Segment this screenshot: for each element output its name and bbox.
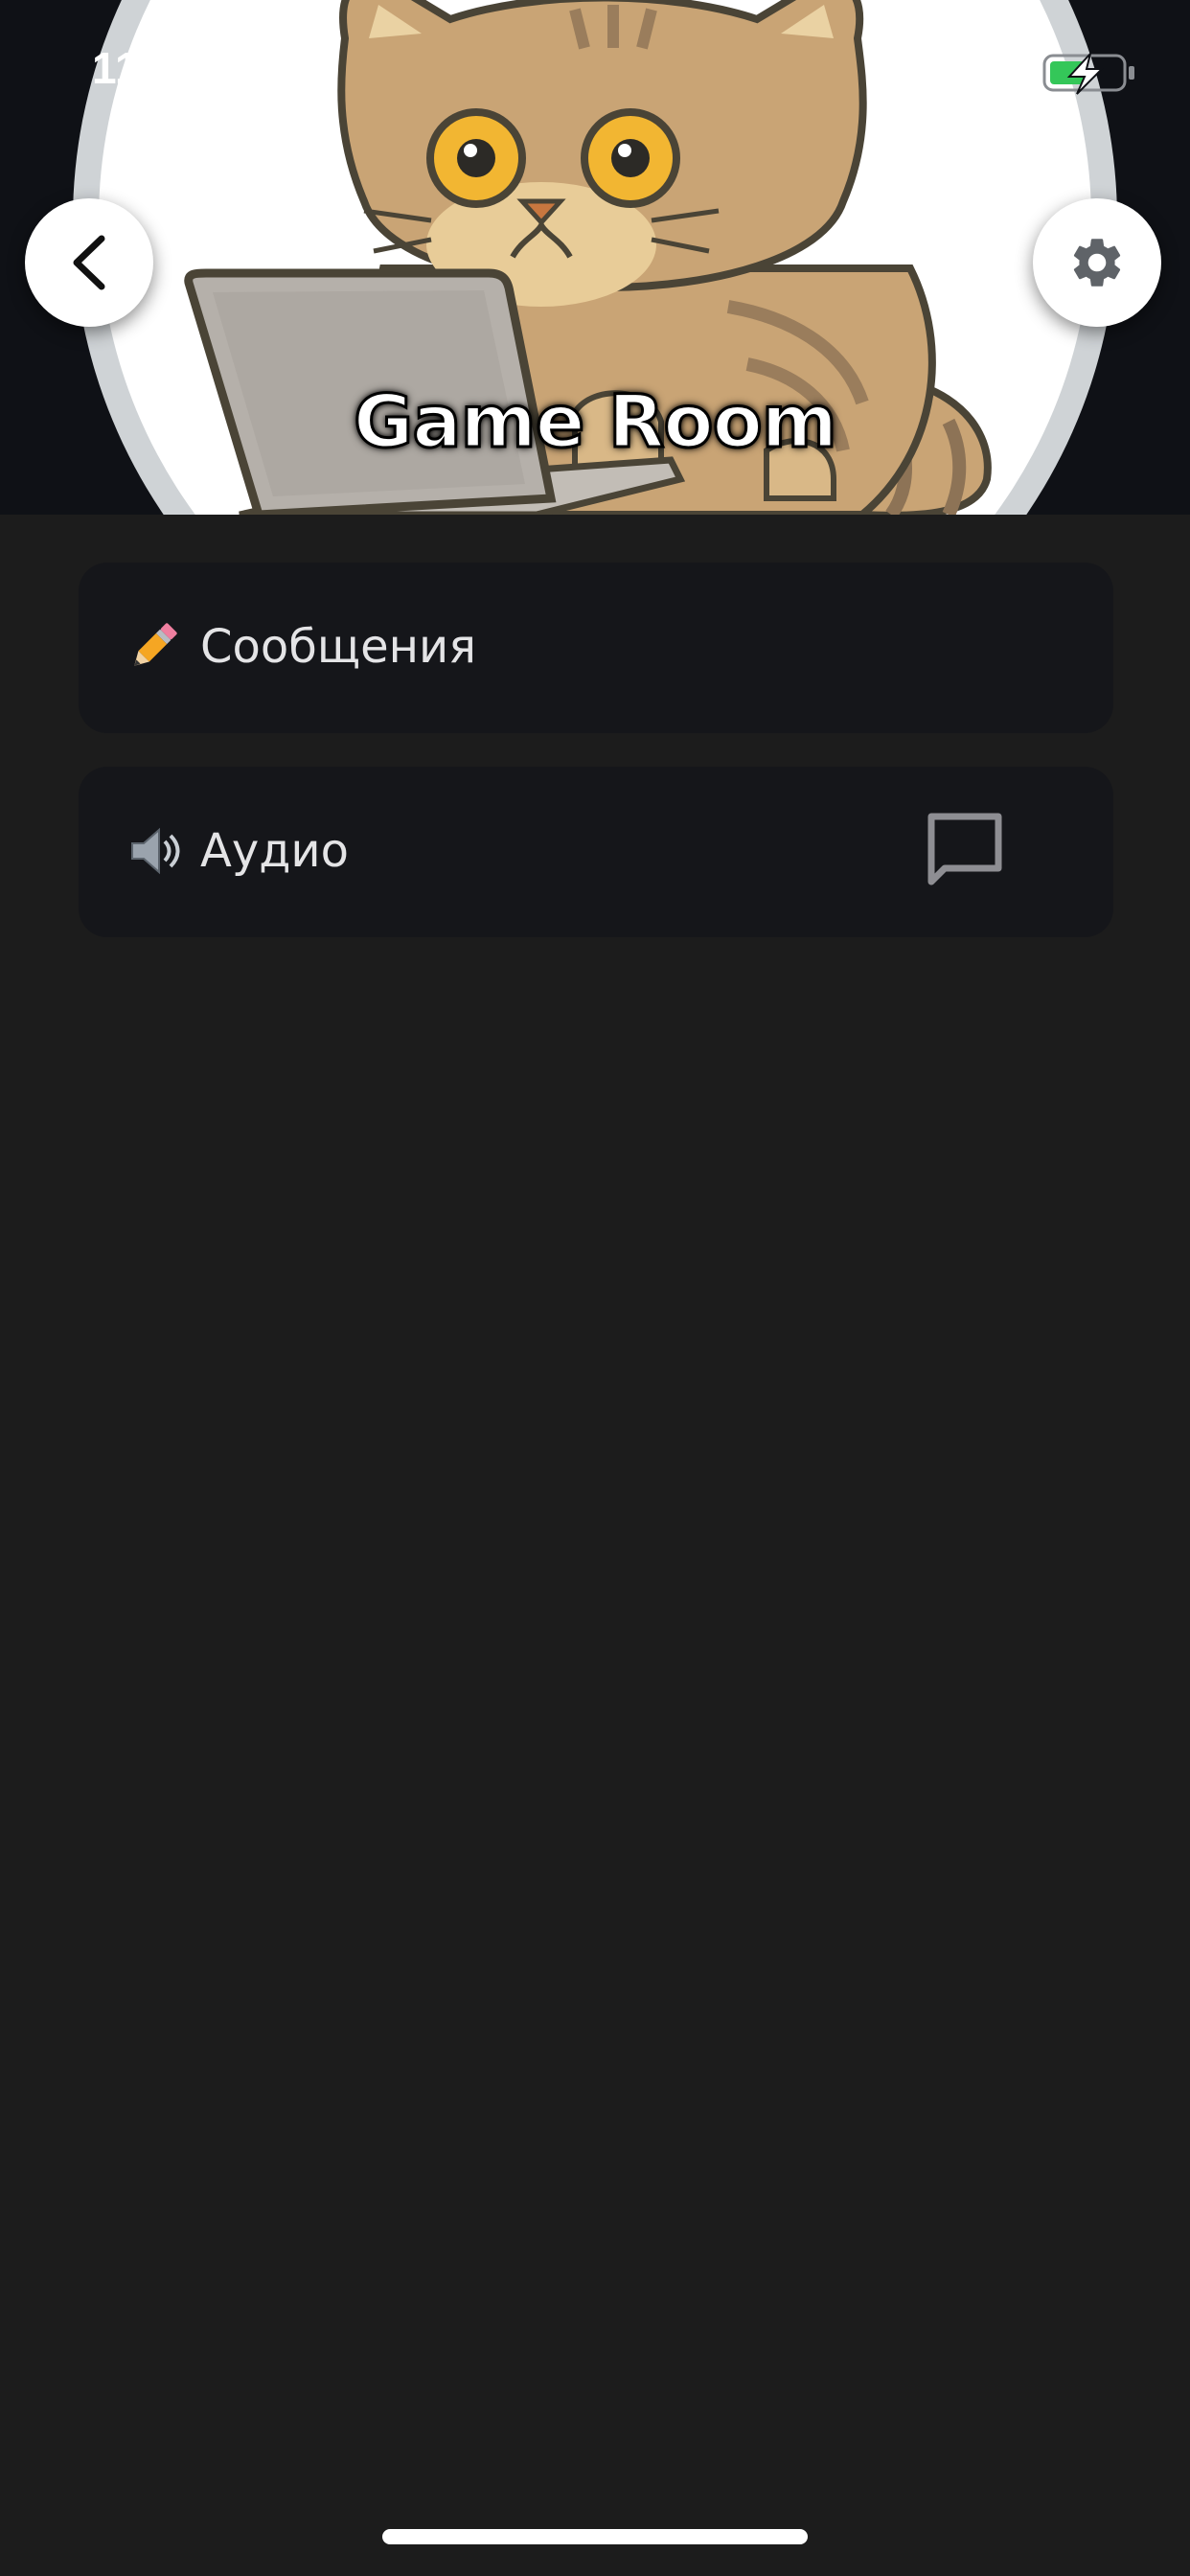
chevron-left-icon — [73, 235, 105, 290]
gear-icon — [1073, 239, 1121, 287]
back-button[interactable] — [25, 198, 153, 327]
pencil-icon — [134, 623, 177, 666]
channel-screen: 11: Game Room Сообщения Аудио — [0, 0, 1190, 2576]
home-indicator[interactable] — [382, 2529, 808, 2544]
settings-button[interactable] — [1033, 198, 1161, 327]
channel-label: Сообщения — [200, 620, 477, 674]
status-time: 11: — [92, 43, 156, 93]
channel-messages[interactable]: Сообщения — [79, 563, 1113, 733]
room-title: Game Room — [353, 378, 839, 466]
room-header: 11: Game Room — [0, 0, 1190, 515]
channel-label: Аудио — [200, 824, 349, 878]
channel-audio[interactable]: Аудио — [79, 767, 1113, 937]
speaker-icon — [131, 827, 180, 875]
battery-charging-icon — [973, 53, 1134, 95]
chat-bubble-icon[interactable] — [922, 807, 1008, 893]
